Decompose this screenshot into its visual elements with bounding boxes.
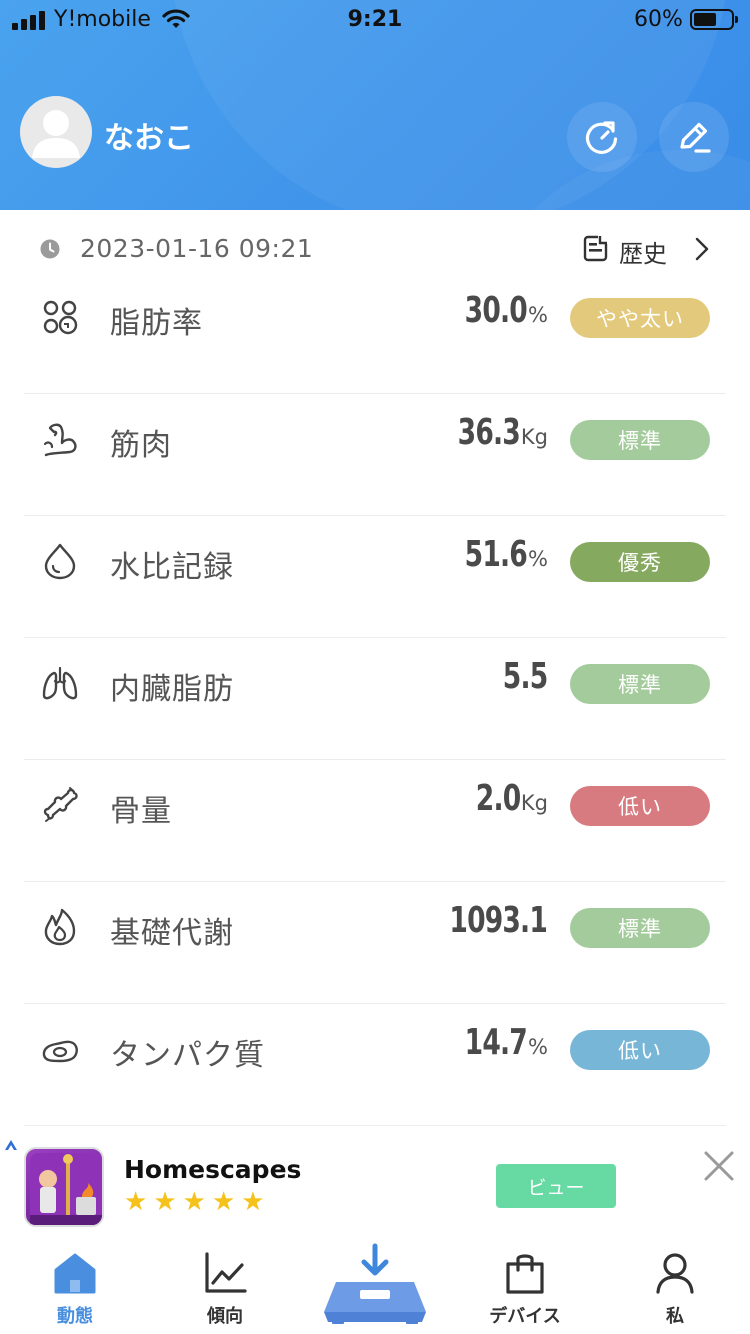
tab-label: デバイス [489, 1306, 561, 1327]
ad-app-icon[interactable] [24, 1147, 104, 1227]
metric-value: 5.5 [493, 656, 548, 706]
metric-value: 36.3 Kg [444, 412, 548, 462]
metrics-list: 脂肪率 30.0 % やや太い 筋肉 36.3 Kg 標準 水比記録 51.6 … [0, 272, 750, 1126]
battery-icon [690, 9, 738, 30]
muscle-icon [43, 423, 77, 457]
chevron-right-icon[interactable] [694, 236, 710, 262]
edit-icon [680, 122, 711, 153]
metric-number: 30.0 [464, 290, 528, 331]
metric-unit: Kg [520, 425, 548, 449]
star-icon: ★ [211, 1187, 236, 1217]
metric-row-body-fat[interactable]: 脂肪率 30.0 % やや太い [0, 272, 750, 394]
history-link[interactable]: 歴史 [619, 234, 667, 269]
measurement-date-row: 2023-01-16 09:21 歴史 [0, 226, 750, 272]
star-icon: ★ [153, 1187, 177, 1217]
edit-button[interactable] [659, 102, 729, 172]
metric-label: 脂肪率 [110, 306, 203, 341]
close-icon[interactable] [702, 1149, 736, 1183]
status-badge: 標準 [570, 664, 710, 704]
divider [24, 1125, 726, 1126]
tab-label: 動態 [57, 1306, 93, 1327]
scale-download-icon [324, 1243, 426, 1324]
metric-row-visceral-fat[interactable]: 内臓脂肪 5.5 標準 [0, 638, 750, 760]
user-silhouette-icon [32, 110, 80, 158]
home-icon [54, 1253, 96, 1294]
metric-unit: % [528, 1035, 548, 1059]
metric-row-basal-metabolism[interactable]: 基礎代謝 1093.1 標準 [0, 882, 750, 1004]
bottom-tab-bar: 動態 傾向 デバイス 私 [0, 1240, 750, 1334]
ad-choices-icon[interactable] [4, 1139, 18, 1151]
avatar[interactable] [20, 96, 92, 168]
star-icon: ★ [124, 1187, 148, 1217]
scale-measure-button[interactable] [322, 1240, 428, 1334]
status-badge: 標準 [570, 420, 710, 460]
metric-number: 14.7 [464, 1022, 528, 1063]
star-icon: ★ [241, 1187, 265, 1217]
tab-device[interactable]: デバイス [450, 1240, 600, 1334]
battery-percent: 60% [634, 7, 683, 32]
metric-value: 14.7 % [451, 1022, 548, 1072]
metric-number: 36.3 [457, 412, 521, 453]
body-fat-icon [43, 300, 78, 335]
water-drop-icon [44, 543, 76, 580]
metric-unit: % [528, 303, 548, 327]
metric-unit: Kg [520, 791, 548, 815]
ad-rating-stars: ★ ★ ★ ★ ★ [124, 1187, 265, 1217]
profile-header: Y!mobile 9:21 60% なおこ [0, 0, 750, 210]
protein-icon [42, 1040, 78, 1063]
ad-view-button[interactable]: ビュー [496, 1164, 616, 1208]
metric-label: 水比記録 [110, 550, 234, 585]
metric-label: 筋肉 [110, 428, 172, 463]
tab-trend[interactable]: 傾向 [150, 1240, 300, 1334]
status-badge: 優秀 [570, 542, 710, 582]
metric-row-muscle[interactable]: 筋肉 36.3 Kg 標準 [0, 394, 750, 516]
device-bag-icon [506, 1254, 544, 1294]
person-icon [656, 1253, 694, 1294]
refresh-button[interactable] [567, 102, 637, 172]
metric-unit: % [528, 547, 548, 571]
metric-label: 内臓脂肪 [110, 672, 234, 707]
refresh-icon [585, 121, 618, 154]
tab-label: 傾向 [207, 1306, 243, 1327]
metric-value: 51.6 % [451, 534, 548, 584]
history-document-icon[interactable] [583, 234, 609, 262]
metric-value: 30.0 % [451, 290, 548, 340]
lungs-icon [42, 666, 78, 700]
ad-banner[interactable]: Homescapes ★ ★ ★ ★ ★ ビュー [0, 1135, 750, 1235]
metric-row-water[interactable]: 水比記録 51.6 % 優秀 [0, 516, 750, 638]
status-badge: 低い [570, 786, 710, 826]
clock-icon [40, 239, 60, 259]
status-badge: 標準 [570, 908, 710, 948]
metric-number: 5.5 [502, 656, 547, 697]
status-bar: Y!mobile 9:21 60% [0, 0, 750, 40]
tab-label: 私 [666, 1306, 684, 1327]
user-name[interactable]: なおこ [104, 113, 194, 157]
measurement-datetime: 2023-01-16 09:21 [80, 234, 314, 263]
metric-value: 1093.1 [428, 900, 548, 950]
metric-label: 骨量 [110, 794, 172, 829]
metric-label: 基礎代謝 [110, 916, 234, 951]
metric-row-protein[interactable]: タンパク質 14.7 % 低い [0, 1004, 750, 1126]
ad-title[interactable]: Homescapes [124, 1155, 301, 1184]
tab-dynamics[interactable]: 動態 [0, 1240, 150, 1334]
tab-me[interactable]: 私 [600, 1240, 750, 1334]
metric-number: 51.6 [464, 534, 528, 575]
status-badge: 低い [570, 1030, 710, 1070]
game-artwork-icon [30, 1153, 102, 1225]
status-badge: やや太い [570, 298, 710, 338]
flame-icon [44, 908, 76, 946]
metric-value: 2.0 Kg [466, 778, 548, 828]
bone-icon [43, 787, 78, 822]
metric-row-bone[interactable]: 骨量 2.0 Kg 低い [0, 760, 750, 882]
metric-number: 1093.1 [449, 900, 547, 941]
trend-chart-icon [205, 1252, 247, 1293]
metric-label: タンパク質 [110, 1038, 265, 1073]
star-icon: ★ [182, 1187, 206, 1217]
metric-number: 2.0 [475, 778, 520, 819]
